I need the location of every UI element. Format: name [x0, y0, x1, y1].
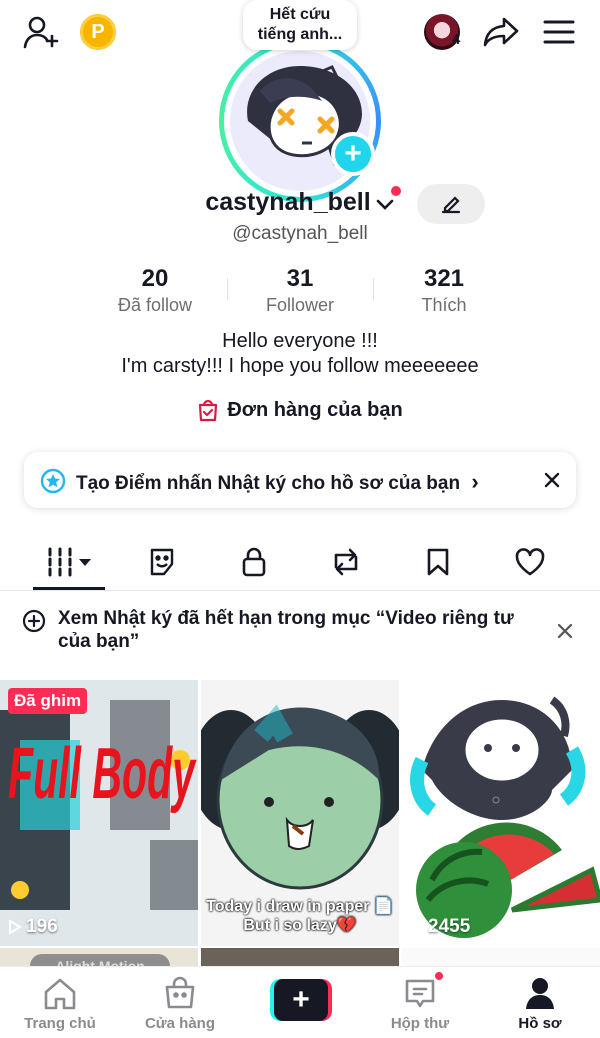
stat-following-label: Đã follow [117, 295, 193, 315]
video-thumbnail[interactable]: Full Body OC Đã ghim 196 [0, 680, 198, 946]
video-thumbnail[interactable] [201, 948, 399, 968]
edit-profile-button[interactable] [417, 184, 485, 224]
video-thumbnail[interactable]: 2455 [402, 680, 600, 946]
nav-label: Cửa hàng [144, 1015, 216, 1032]
nav-profile[interactable]: Hồ sơ [480, 967, 600, 1038]
tab-saved[interactable] [418, 544, 458, 580]
menu-icon[interactable] [542, 19, 576, 45]
shop-icon [165, 976, 195, 1009]
video-caption: Today i draw in paper 📄 But i so lazy💔 [206, 898, 394, 934]
inbox-icon [405, 979, 435, 1008]
nav-home[interactable]: Trang chủ [0, 967, 120, 1038]
stat-likes-value: 321 [423, 265, 465, 292]
coins-icon[interactable]: P [80, 14, 116, 50]
highlight-banner[interactable]: Tạo Điểm nhấn Nhật ký cho hồ sơ của bạn … [24, 452, 576, 508]
stat-followers-label: Follower [265, 295, 335, 315]
view-count: 196 [8, 916, 58, 938]
nav-inbox[interactable]: Hộp thư [360, 967, 480, 1038]
shopping-bag-icon [199, 399, 218, 422]
tab-videos[interactable] [47, 544, 95, 580]
stat-following-value: 20 [141, 265, 169, 292]
close-icon[interactable] [557, 623, 573, 639]
tab-stickers[interactable] [142, 544, 182, 580]
stat-followers-value: 31 [286, 265, 314, 292]
orders-label: Đơn hàng của bạn [227, 398, 403, 421]
stat-following[interactable]: 20 Đã follow [75, 265, 235, 316]
add-story-button[interactable]: + [331, 132, 375, 176]
handle: @castynah_bell [232, 223, 368, 244]
account-switch-chevron-icon[interactable] [375, 198, 395, 212]
home-icon [44, 978, 76, 1010]
status-note-text: Hết cứu tiếng anh... [257, 6, 343, 43]
play-icon [9, 919, 22, 935]
repost-icon [334, 548, 358, 576]
profile-icon [526, 978, 554, 1009]
bio-line: Hello everyone !!! [222, 330, 378, 352]
nav-label: Hộp thư [390, 1015, 450, 1032]
share-icon[interactable] [482, 15, 520, 49]
add-friend-icon[interactable] [22, 14, 60, 50]
nav-label: Trang chủ [24, 1015, 96, 1032]
stat-followers[interactable]: 31 Follower [220, 265, 380, 316]
bookmark-icon [427, 548, 449, 576]
heart-icon [515, 548, 545, 576]
highlight-banner-text: Tạo Điểm nhấn Nhật ký cho hồ sơ của bạn … [76, 469, 479, 494]
notice-text: Xem Nhật ký đã hết hạn trong mục “Video … [58, 608, 514, 652]
videos-grid-icon [48, 547, 91, 577]
video-artwork: Full Body OC [0, 680, 198, 946]
video-thumbnail[interactable]: Alight Motion [0, 948, 198, 968]
username: castynah_bell [205, 188, 371, 216]
chevron-right-icon: › [471, 469, 479, 494]
bottom-nav: Trang chủ Cửa hàng + Hộp thư Hồ sơ [0, 966, 600, 1038]
orders-link[interactable]: Đơn hàng của bạn [0, 398, 600, 422]
tab-private[interactable] [234, 544, 274, 580]
video-thumbnail[interactable] [402, 948, 600, 968]
tab-liked[interactable] [510, 544, 550, 580]
create-button[interactable]: + [270, 979, 332, 1021]
close-icon[interactable] [543, 471, 561, 489]
pencil-icon [441, 196, 461, 214]
notification-dot [390, 186, 401, 196]
bio: Hello everyone !!! I'm carsty!!! I hope … [0, 329, 600, 379]
expired-diary-notice[interactable]: Xem Nhật ký đã hết hạn trong mục “Video … [0, 591, 600, 669]
nav-label: Hồ sơ [518, 1015, 562, 1032]
stat-likes[interactable]: 321 Thích [364, 265, 524, 316]
pinned-badge: Đã ghim [8, 688, 88, 714]
lock-icon [242, 547, 266, 577]
stat-likes-label: Thích [421, 295, 467, 315]
stickers-icon [150, 548, 174, 576]
add-circle-icon [22, 609, 46, 633]
play-icon [411, 919, 424, 935]
overlay-text: Full Body OC [8, 734, 198, 814]
friends-count: 4 [452, 31, 461, 48]
nav-shop[interactable]: Cửa hàng [120, 967, 240, 1038]
inbox-badge [433, 970, 445, 982]
profile-name-row: castynah_bell [0, 186, 600, 217]
create-icon: + [274, 979, 328, 1021]
view-count: 2455 [410, 916, 470, 938]
status-note-bubble[interactable]: Hết cứu tiếng anh... [243, 0, 357, 50]
profile-avatar[interactable] [219, 40, 381, 202]
video-thumbnail[interactable]: Today i draw in paper 📄 But i so lazy💔 [201, 680, 399, 946]
tab-reposts[interactable] [326, 544, 366, 580]
bio-line: I'm carsty!!! I hope you follow meeeeeee [121, 355, 479, 377]
video-artwork [402, 680, 600, 946]
star-badge-icon [40, 468, 66, 494]
